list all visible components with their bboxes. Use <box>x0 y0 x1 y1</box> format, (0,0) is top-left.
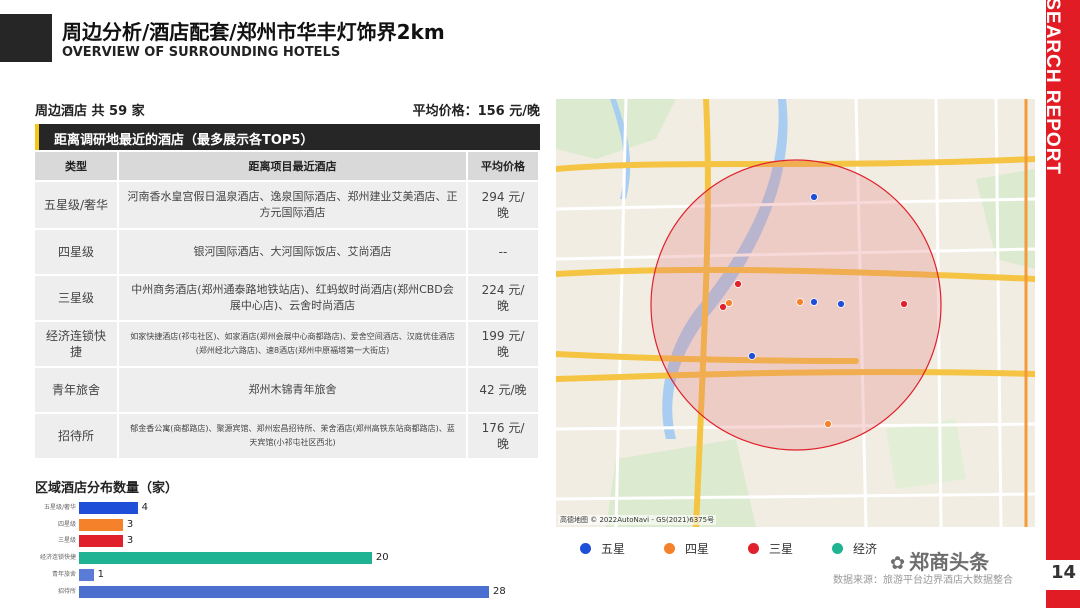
row-hotels: 河南香水皇宫假日温泉酒店、逸泉国际酒店、郑州建业艾美酒店、正方元国际酒店 <box>119 182 468 230</box>
row-type: 青年旅舍 <box>35 368 119 414</box>
hotel-table: 类型 距离项目最近酒店 平均价格 五星级/奢华 河南香水皇宫假日温泉酒店、逸泉国… <box>35 152 540 460</box>
bar <box>79 552 372 564</box>
bar-value: 4 <box>141 502 148 513</box>
legend-label: 经济 <box>853 542 878 556</box>
legend-dot-icon <box>580 543 591 554</box>
legend-label: 三星 <box>769 542 794 556</box>
legend-label: 四星 <box>685 542 710 556</box>
distribution-title: 区域酒店分布数量（家） <box>35 481 179 496</box>
bar-value: 3 <box>126 519 134 530</box>
row-price: 224 元/晚 <box>468 276 540 322</box>
row-type: 四星级 <box>35 230 119 276</box>
hotel-marker[interactable] <box>796 298 804 306</box>
hotel-marker[interactable] <box>810 193 818 201</box>
row-price: 176 元/晚 <box>468 414 540 460</box>
legend-dot-icon <box>832 543 843 554</box>
data-source: 数据来源：旅游平台边界酒店大数据整合 <box>833 575 1013 586</box>
table-row: 青年旅舍 郑州木锦青年旅舍 42 元/晚 <box>35 368 540 414</box>
legend-label: 五星 <box>601 542 626 556</box>
map-credit: 高德地图 © 2022AutoNavi - GS(2021)6375号 <box>558 515 717 525</box>
bar-row: 招待所 28 <box>0 586 540 598</box>
row-price: 199 元/晚 <box>468 322 540 368</box>
row-hotels: 银河国际酒店、大河国际饭店、艾尚酒店 <box>119 230 468 276</box>
row-type: 五星级/奢华 <box>35 182 119 230</box>
page-subtitle: OVERVIEW OF SURROUNDING HOTELS <box>62 45 341 60</box>
legend-item-five-star: 五星 <box>580 540 625 557</box>
page-number: 14 <box>1050 562 1076 583</box>
legend-dot-icon <box>664 543 675 554</box>
header-type: 类型 <box>35 152 119 182</box>
hotel-marker[interactable] <box>748 352 756 360</box>
map-canvas <box>556 99 1035 527</box>
table-row: 四星级 银河国际酒店、大河国际饭店、艾尚酒店 -- <box>35 230 540 276</box>
row-hotels: 中州商务酒店(郑州通泰路地铁站店)、红蚂蚁时尚酒店(郑州CBD会展中心店)、云舍… <box>119 276 468 322</box>
row-price: 42 元/晚 <box>468 368 540 414</box>
row-price: -- <box>468 230 540 276</box>
page-title: 周边分析/酒店配套/郑州市华丰灯饰界2km <box>62 20 445 44</box>
bar-label: 经济连锁快捷 <box>39 554 76 561</box>
hotel-total: 周边酒店 共 59 家 <box>35 104 145 119</box>
hotel-map[interactable]: 高德地图 © 2022AutoNavi - GS(2021)6375号 <box>556 99 1035 527</box>
table-row: 五星级/奢华 河南香水皇宫假日温泉酒店、逸泉国际酒店、郑州建业艾美酒店、正方元国… <box>35 182 540 230</box>
bar <box>79 569 94 581</box>
bar-row: 五星级/奢华 4 <box>0 502 540 514</box>
table-header-row: 类型 距离项目最近酒店 平均价格 <box>35 152 540 182</box>
title-block-decoration <box>0 14 52 62</box>
bar-value: 28 <box>493 586 506 597</box>
bar-row: 三星级 3 <box>0 535 540 547</box>
side-label: RESEARCH REPORT <box>1042 0 1063 176</box>
hotel-marker[interactable] <box>734 280 742 288</box>
map-park <box>886 419 966 489</box>
distribution-bar-chart: 五星级/奢华 4 四星级 3 三星级 3 经济连锁快捷 20 青年旅舍 1 招待所 28 <box>0 498 540 608</box>
bar <box>79 519 123 531</box>
table-caption: 距离调研地最近的酒店（最多展示各TOP5） <box>54 133 314 148</box>
header-hotels: 距离项目最近酒店 <box>119 152 468 182</box>
row-hotels: 如家快捷酒店(祁屯社区)、如家酒店(郑州会展中心商都路店)、爱舍空间酒店、汉庭优… <box>119 322 468 368</box>
legend-item-three-star: 三星 <box>748 540 793 557</box>
bar-label: 四星级 <box>57 521 76 528</box>
hotel-marker[interactable] <box>719 303 727 311</box>
row-hotels: 郑州木锦青年旅舍 <box>119 368 468 414</box>
bar-value: 1 <box>97 569 105 580</box>
table-caption-bar: 距离调研地最近的酒店（最多展示各TOP5） <box>35 124 540 150</box>
bar <box>79 535 123 547</box>
row-price: 294 元/晚 <box>468 182 540 230</box>
bar-label: 三星级 <box>57 537 76 544</box>
average-price: 平均价格：156 元/晚 <box>412 104 540 119</box>
row-hotels: 郁金香公寓(商都路店)、聚源宾馆、郑州宏昌招待所、茉舍酒店(郑州高铁东站商都路店… <box>119 414 468 460</box>
bar-value: 3 <box>126 535 134 546</box>
hotel-marker[interactable] <box>824 420 832 428</box>
hotel-marker[interactable] <box>900 300 908 308</box>
header-price: 平均价格 <box>468 152 540 182</box>
row-type: 招待所 <box>35 414 119 460</box>
hotel-marker[interactable] <box>810 298 818 306</box>
bar-row: 四星级 3 <box>0 519 540 531</box>
bar <box>79 502 138 514</box>
legend-item-economy: 经济 <box>832 540 877 557</box>
radius-circle <box>650 159 942 451</box>
page-number-box: 14 <box>1046 560 1080 590</box>
table-row: 经济连锁快捷 如家快捷酒店(祁屯社区)、如家酒店(郑州会展中心商都路店)、爱舍空… <box>35 322 540 368</box>
caption-accent <box>35 124 39 150</box>
bar <box>79 586 489 598</box>
row-type: 经济连锁快捷 <box>35 322 119 368</box>
legend-dot-icon <box>748 543 759 554</box>
table-row: 招待所 郁金香公寓(商都路店)、聚源宾馆、郑州宏昌招待所、茉舍酒店(郑州高铁东站… <box>35 414 540 460</box>
bar-label: 青年旅舍 <box>51 571 76 578</box>
legend-item-four-star: 四星 <box>664 540 709 557</box>
bar-row: 青年旅舍 1 <box>0 569 540 581</box>
bar-value: 20 <box>375 552 389 563</box>
table-row: 三星级 中州商务酒店(郑州通泰路地铁站店)、红蚂蚁时尚酒店(郑州CBD会展中心店… <box>35 276 540 322</box>
bar-label: 五星级/奢华 <box>43 504 76 511</box>
bar-row: 经济连锁快捷 20 <box>0 552 540 564</box>
bar-label: 招待所 <box>57 588 76 595</box>
hotel-marker[interactable] <box>837 300 845 308</box>
row-type: 三星级 <box>35 276 119 322</box>
